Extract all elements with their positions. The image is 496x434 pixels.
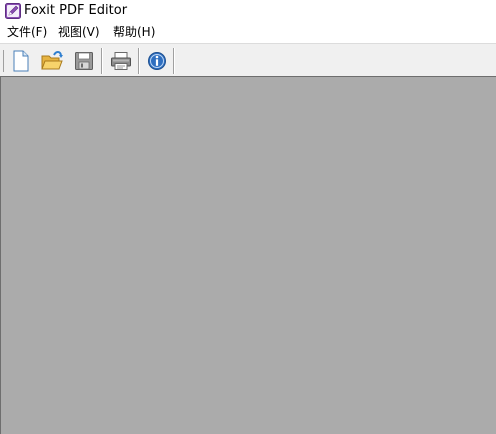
title-bar: Foxit PDF Editor (0, 0, 496, 22)
save-disk-icon (75, 52, 93, 70)
open-file-button[interactable] (40, 49, 64, 73)
info-icon (148, 52, 166, 70)
app-window: Foxit PDF Editor 文件(F) 视图(V) 帮助(H) (0, 0, 496, 434)
menu-file[interactable]: 文件(F) (7, 24, 47, 40)
open-folder-icon (41, 51, 63, 70)
new-document-icon (13, 50, 29, 72)
toolbar-separator (173, 48, 175, 74)
toolbar-separator (101, 48, 103, 74)
printer-icon (111, 52, 131, 70)
save-button[interactable] (72, 49, 96, 73)
menu-help[interactable]: 帮助(H) (113, 24, 155, 40)
new-document-button[interactable] (9, 49, 33, 73)
toolbar-separator (138, 48, 140, 74)
foxit-pen-icon (5, 3, 21, 19)
toolbar (0, 43, 496, 76)
menu-bar: 文件(F) 视图(V) 帮助(H) (0, 22, 496, 42)
menu-view[interactable]: 视图(V) (58, 24, 100, 40)
print-button[interactable] (109, 49, 133, 73)
about-button[interactable] (145, 49, 169, 73)
toolbar-grip[interactable] (3, 50, 6, 72)
window-title: Foxit PDF Editor (24, 3, 128, 18)
document-workspace[interactable] (0, 76, 496, 434)
